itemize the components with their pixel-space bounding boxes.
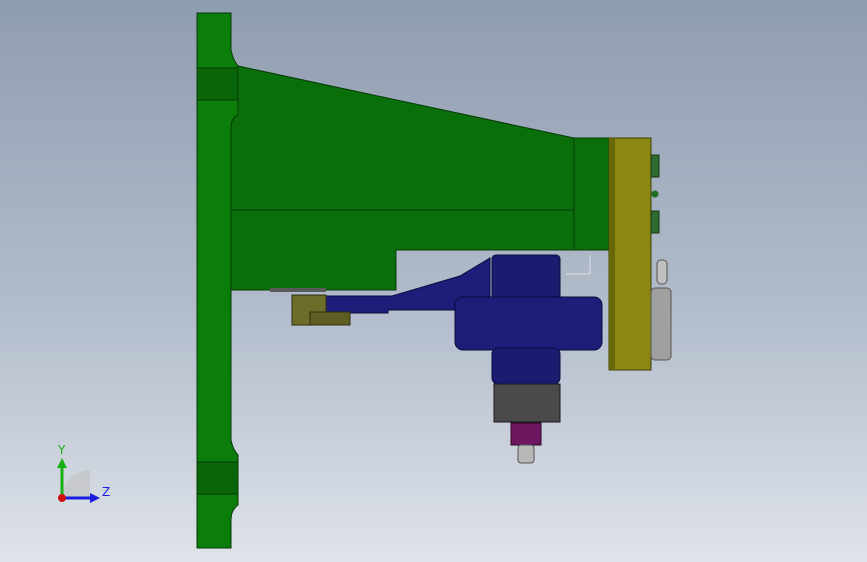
z-arrow (90, 493, 100, 503)
purple-nut[interactable] (510, 422, 542, 446)
lead-line (566, 255, 591, 275)
blue-hub[interactable] (491, 254, 561, 301)
blue-lower-hub (491, 347, 561, 385)
cad-model[interactable] (0, 0, 867, 562)
gray-block[interactable] (493, 383, 561, 423)
wheel-spring (656, 259, 668, 285)
graphics-viewport[interactable]: Y Z (0, 0, 867, 562)
triad-z-label: Z (102, 485, 111, 499)
y-arrow (57, 458, 67, 468)
orientation-triad: Y Z (48, 440, 118, 510)
yellow-bracket[interactable] (608, 137, 652, 371)
silver-wheel[interactable] (650, 287, 672, 361)
triad-y-label: Y (58, 443, 66, 457)
x-axis-dot (58, 494, 66, 502)
lower-slot (196, 461, 239, 495)
housing-foot (270, 288, 326, 292)
blue-body[interactable] (454, 296, 603, 351)
bolt-middle (650, 210, 660, 234)
olive-clamp-tab (309, 311, 351, 326)
pin (517, 444, 535, 464)
bolt-dot (651, 190, 659, 198)
upper-slot (196, 67, 239, 101)
yellow-bracket-edge (609, 138, 615, 370)
bolt-top (650, 154, 660, 178)
